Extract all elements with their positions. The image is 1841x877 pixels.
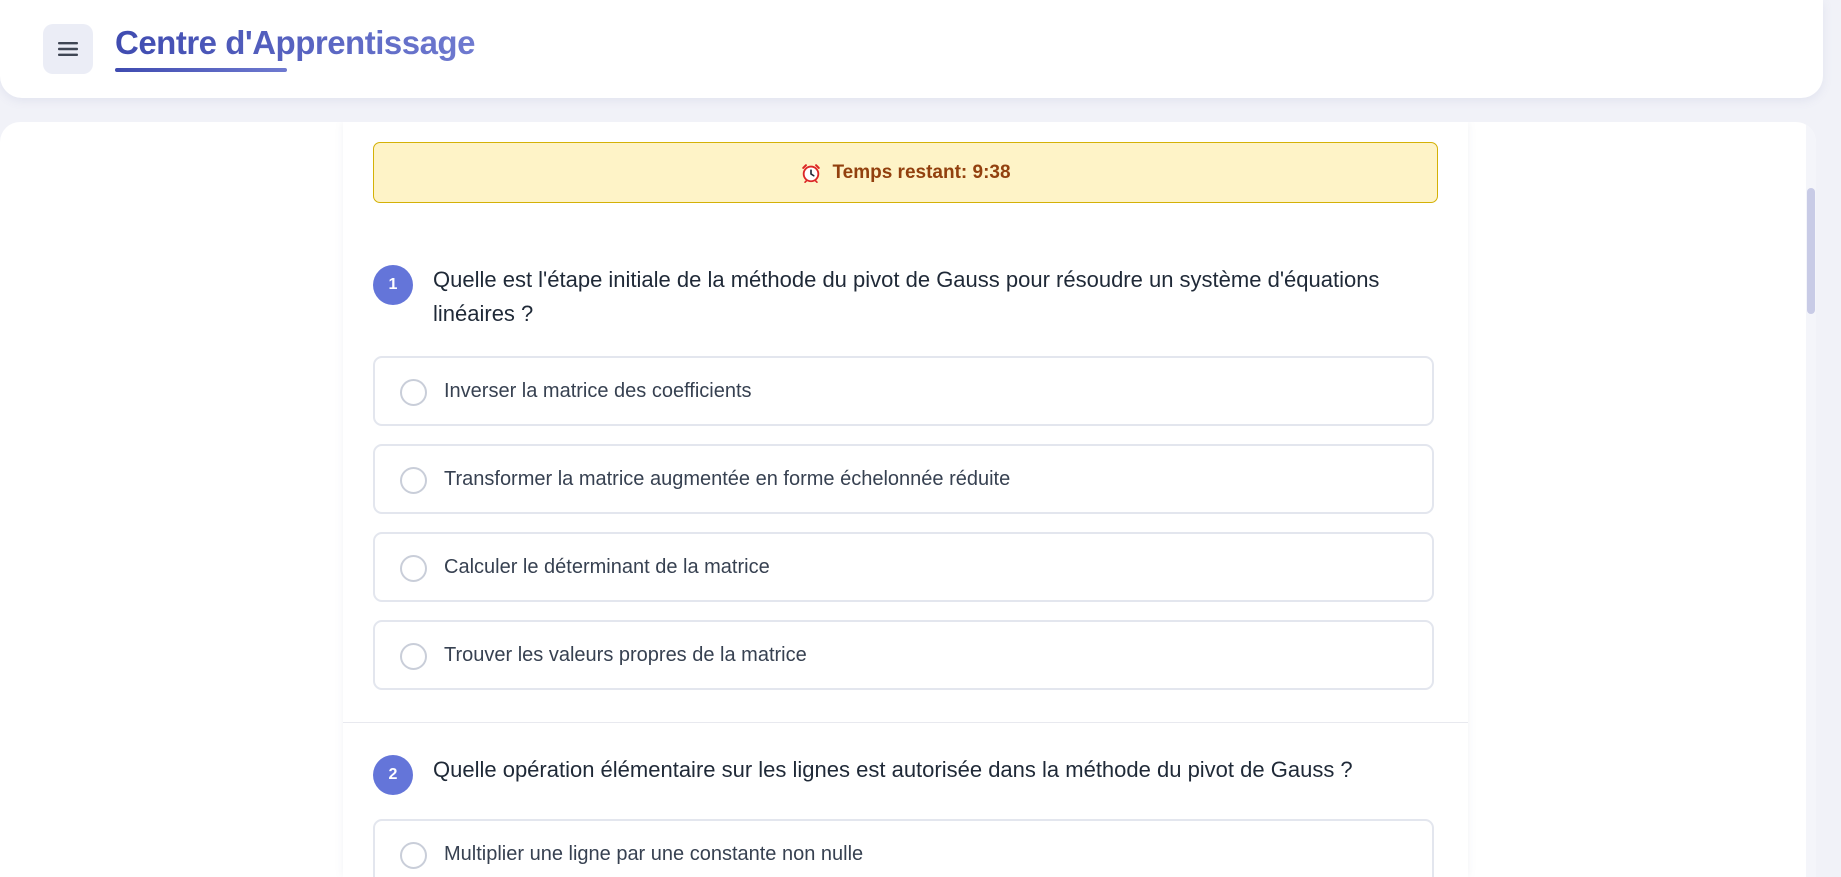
- answer-option[interactable]: Calculer le déterminant de la matrice: [373, 532, 1434, 602]
- timer-banner: Temps restant: 9:38: [373, 142, 1438, 203]
- answer-option[interactable]: Trouver les valeurs propres de la matric…: [373, 620, 1434, 690]
- option-label: Multiplier une ligne par une constante n…: [444, 843, 864, 865]
- answer-option[interactable]: Transformer la matrice augmentée en form…: [373, 444, 1434, 514]
- radio-button[interactable]: [400, 379, 427, 406]
- option-label: Inverser la matrice des coefficients: [444, 380, 752, 402]
- menu-toggle-button[interactable]: [43, 24, 93, 74]
- main-content: Temps restant: 9:38 1 Quelle est l'étape…: [0, 122, 1816, 877]
- radio-button[interactable]: [400, 643, 427, 670]
- top-header: Centre d'Apprentissage: [0, 0, 1823, 98]
- answer-option[interactable]: Multiplier une ligne par une constante n…: [373, 819, 1434, 877]
- option-label: Trouver les valeurs propres de la matric…: [444, 644, 807, 666]
- hamburger-menu-icon: [58, 42, 78, 56]
- quiz-container: Temps restant: 9:38 1 Quelle est l'étape…: [343, 122, 1468, 877]
- question-divider: [343, 722, 1468, 723]
- question-number-badge: 2: [373, 755, 413, 795]
- app-title[interactable]: Centre d'Apprentissage: [115, 24, 475, 62]
- answer-option[interactable]: Inverser la matrice des coefficients: [373, 356, 1434, 426]
- question-number-badge: 1: [373, 265, 413, 305]
- alarm-clock-icon: [802, 163, 821, 183]
- radio-button[interactable]: [400, 555, 427, 582]
- radio-button[interactable]: [400, 467, 427, 494]
- timer-text: Temps restant: 9:38: [832, 161, 1011, 183]
- question-text: Quelle est l'étape initiale de la méthod…: [433, 267, 1380, 326]
- question-text: Quelle opération élémentaire sur les lig…: [433, 757, 1353, 782]
- option-label: Transformer la matrice augmentée en form…: [444, 468, 1011, 490]
- radio-button[interactable]: [400, 842, 427, 869]
- option-label: Calculer le déterminant de la matrice: [444, 556, 770, 578]
- title-underline: [115, 68, 287, 72]
- scrollbar-track[interactable]: [1806, 122, 1816, 877]
- scrollbar-thumb[interactable]: [1807, 188, 1815, 314]
